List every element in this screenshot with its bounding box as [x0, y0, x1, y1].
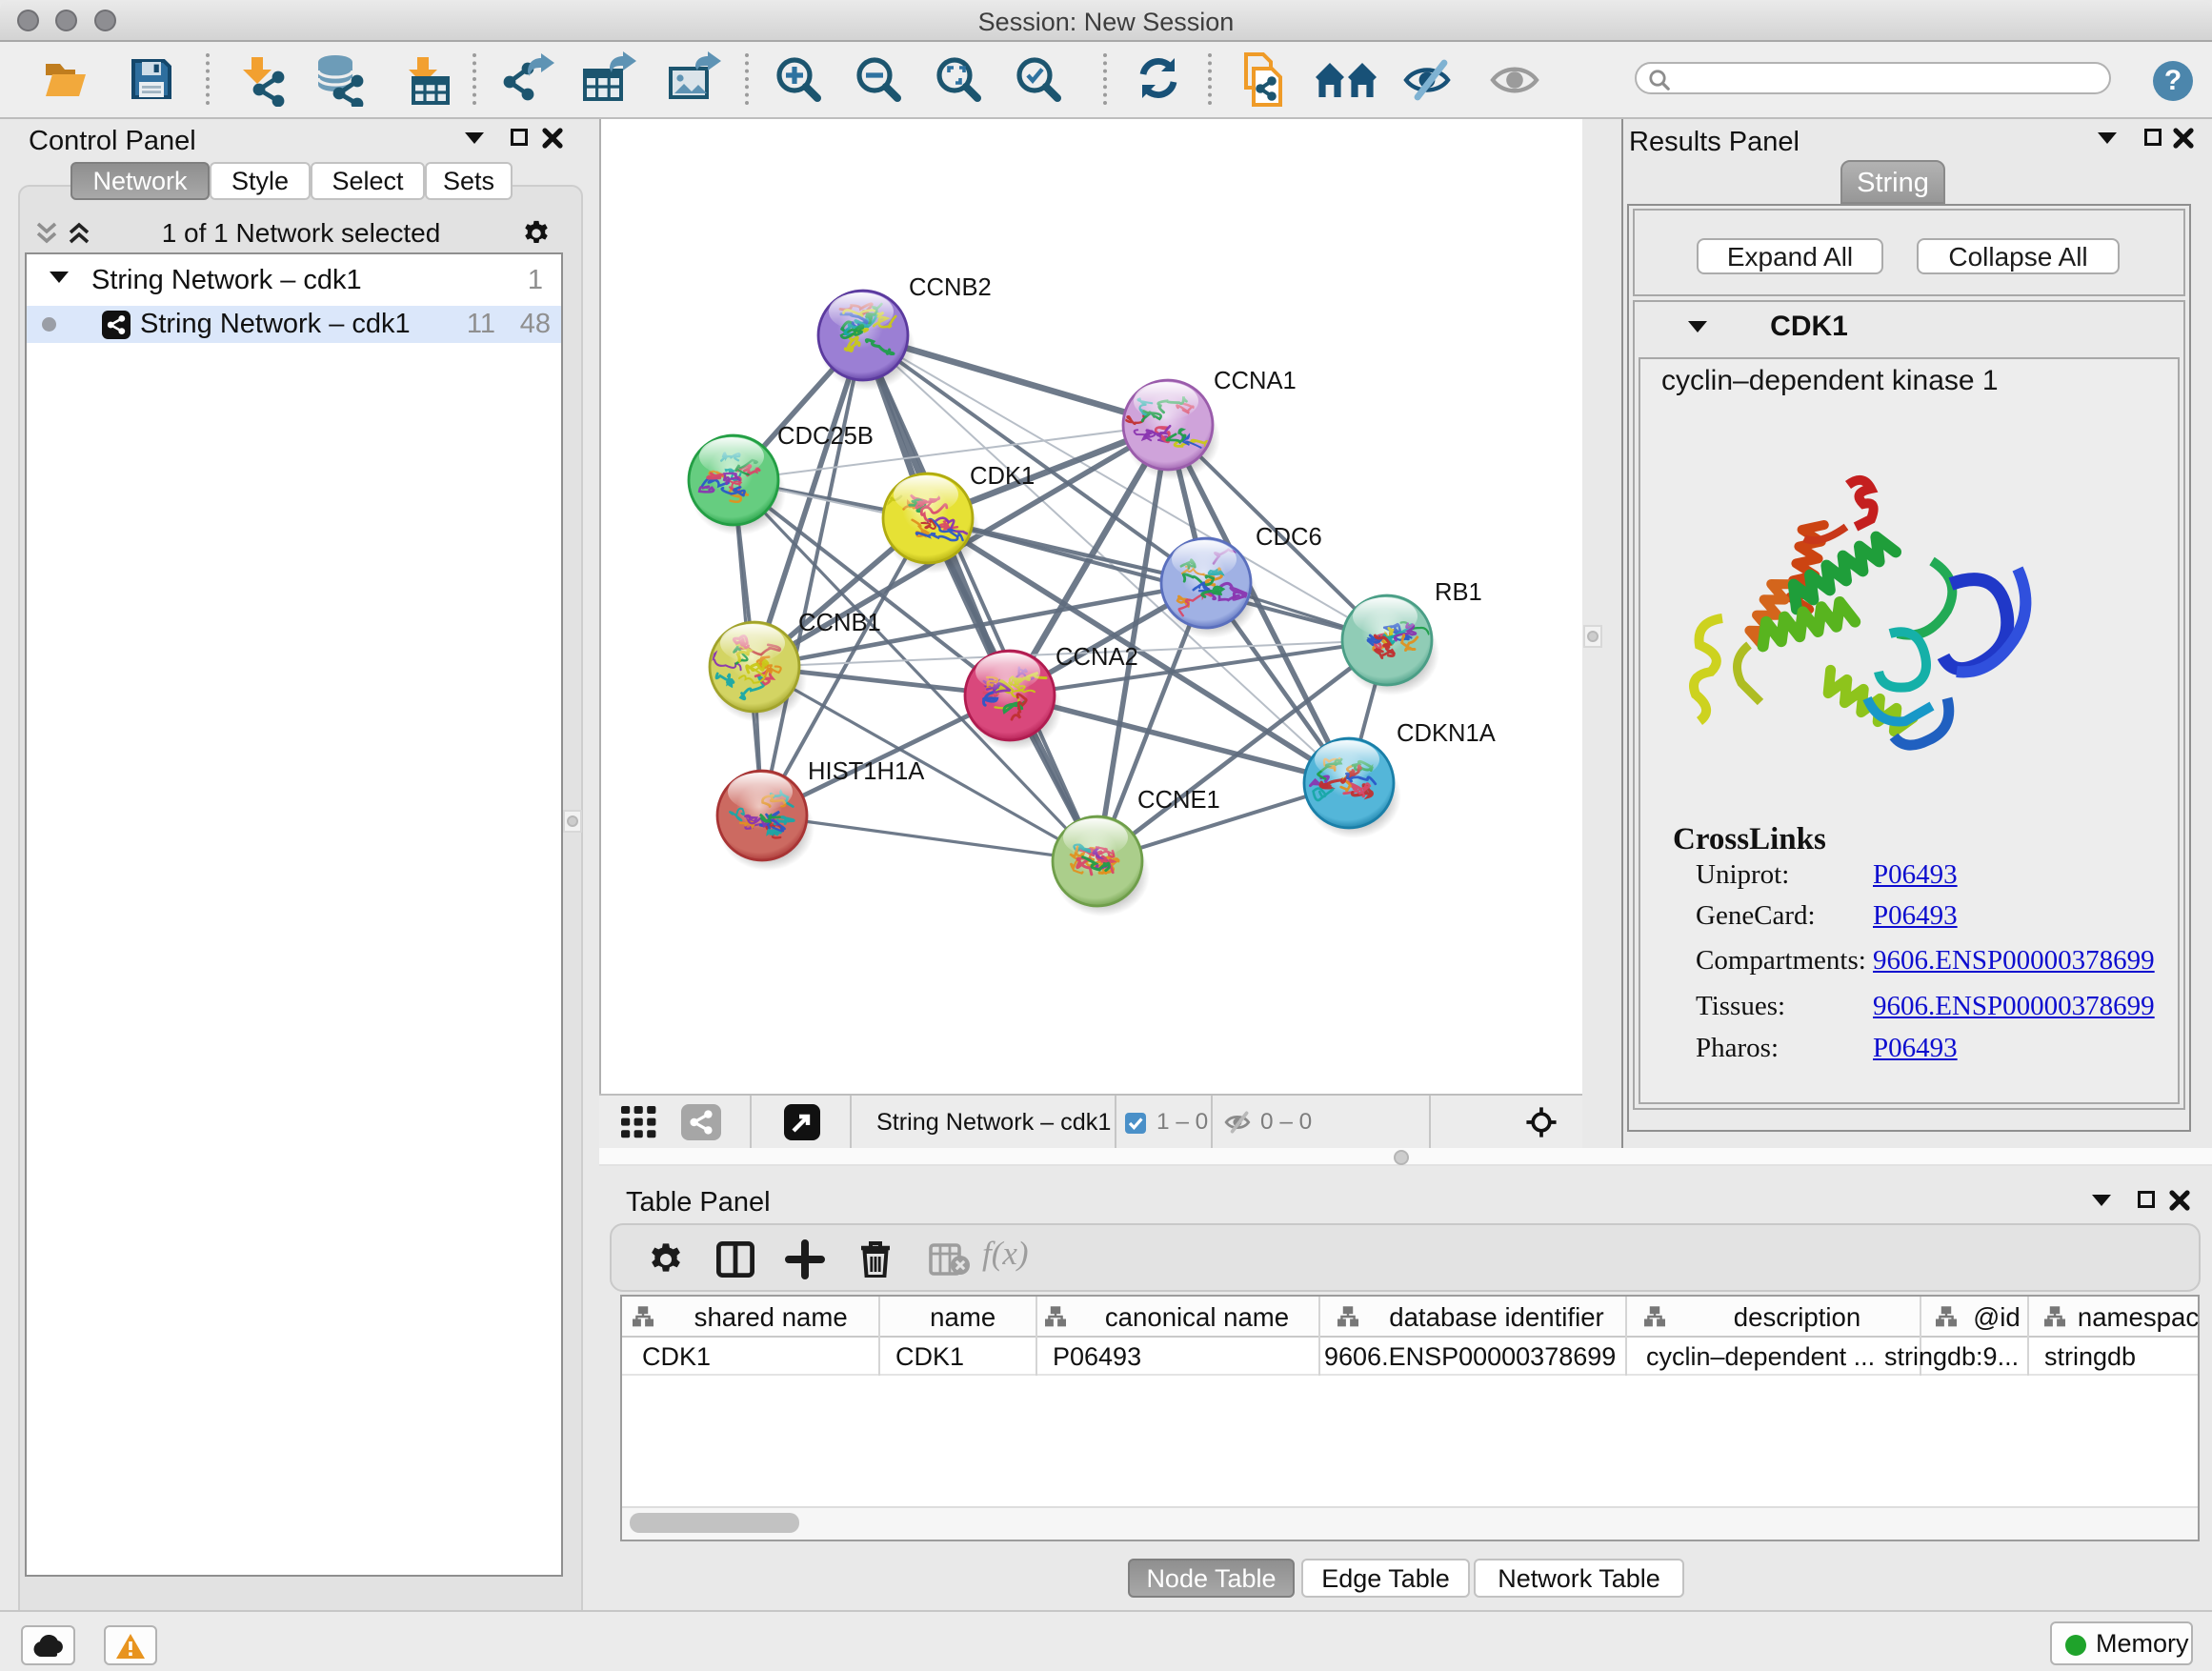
- svg-text:CDK1: CDK1: [970, 463, 1035, 490]
- svg-text:CCNE1: CCNE1: [1137, 787, 1220, 814]
- svg-text:HIST1H1A: HIST1H1A: [808, 758, 925, 785]
- svg-text:CCNA2: CCNA2: [1056, 644, 1138, 671]
- svg-text:CDC6: CDC6: [1256, 524, 1322, 551]
- svg-text:CCNB1: CCNB1: [798, 610, 881, 636]
- svg-text:RB1: RB1: [1435, 579, 1482, 606]
- svg-text:CDKN1A: CDKN1A: [1397, 720, 1497, 747]
- svg-text:CDC25B: CDC25B: [777, 423, 874, 450]
- svg-text:CCNB2: CCNB2: [909, 274, 992, 301]
- svg-text:CCNA1: CCNA1: [1214, 368, 1297, 394]
